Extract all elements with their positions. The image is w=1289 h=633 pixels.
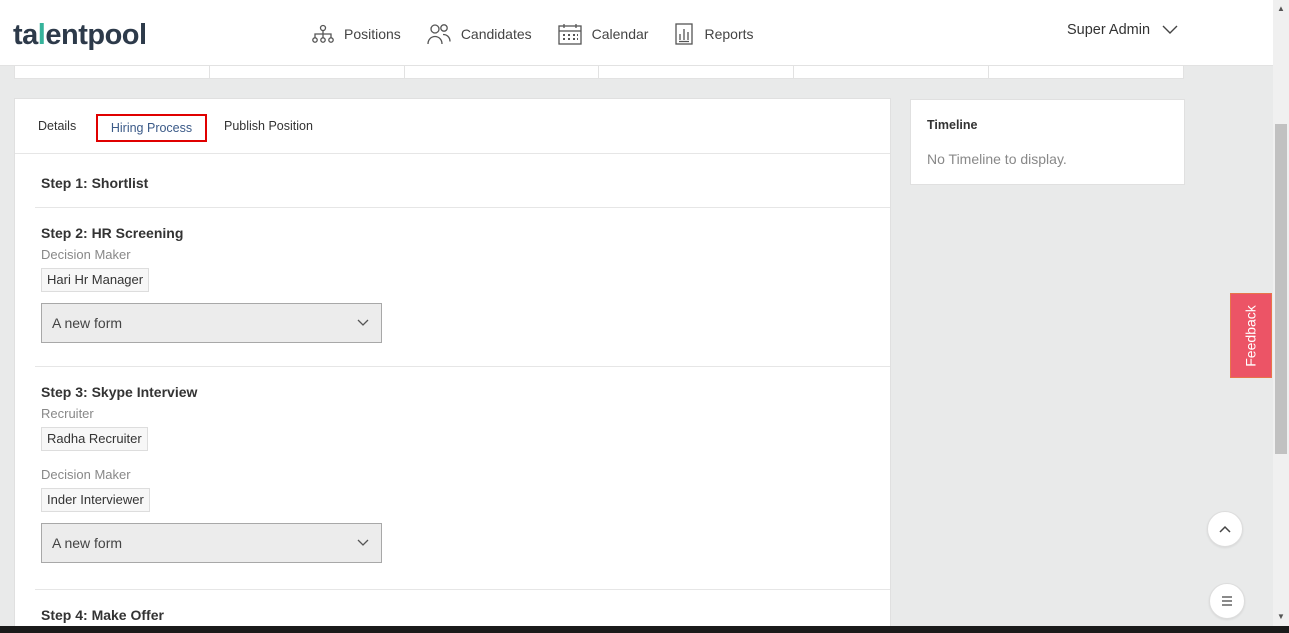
role-label: Recruiter	[41, 406, 94, 421]
scrollbar-thumb[interactable]	[1275, 124, 1287, 454]
tab-details[interactable]: Details	[38, 119, 76, 133]
talentpool-logo[interactable]: talentpool	[13, 17, 147, 53]
stat-cell	[794, 66, 990, 78]
nav-candidates[interactable]: Candidates	[427, 23, 532, 45]
stat-cell	[599, 66, 795, 78]
menu-button[interactable]	[1209, 583, 1245, 619]
assignee-chip: Inder Interviewer	[41, 488, 150, 512]
nav-positions-label: Positions	[344, 26, 401, 42]
chevron-down-icon	[357, 539, 369, 546]
assignee-chip: Radha Recruiter	[41, 427, 148, 451]
role-label: Decision Maker	[41, 467, 131, 482]
nav-calendar-label: Calendar	[591, 26, 649, 42]
feedback-label: Feedback	[1243, 304, 1260, 367]
form-select[interactable]: A new form	[41, 303, 382, 343]
step-title: Step 2: HR Screening	[41, 225, 184, 241]
nav-positions[interactable]: Positions	[312, 24, 401, 44]
role-label: Decision Maker	[41, 247, 131, 262]
stat-cell	[989, 66, 1183, 78]
tab-hiring-process[interactable]: Hiring Process	[96, 114, 207, 142]
page-scrollbar[interactable]: ▲ ▼	[1273, 0, 1289, 626]
nav-reports-label: Reports	[704, 26, 754, 42]
hierarchy-icon	[312, 24, 334, 43]
timeline-empty-text: No Timeline to display.	[927, 151, 1067, 167]
tab-publish-position[interactable]: Publish Position	[224, 119, 313, 133]
os-taskbar	[0, 626, 1289, 633]
timeline-title: Timeline	[927, 118, 978, 132]
stat-cell	[405, 66, 600, 78]
chevron-down-icon	[357, 319, 369, 326]
tab-bar: Details Hiring Process Publish Position	[15, 99, 890, 154]
step-title: Step 1: Shortlist	[41, 175, 149, 191]
form-select-value: A new form	[52, 535, 123, 551]
step-skype-interview: Step 3: Skype Interview Recruiter Radha …	[35, 367, 890, 590]
stat-cell	[15, 66, 210, 78]
feedback-button[interactable]: Feedback	[1230, 293, 1272, 378]
stat-cell	[210, 66, 405, 78]
scroll-top-button[interactable]	[1207, 511, 1243, 547]
step-hr-screening: Step 2: HR Screening Decision Maker Hari…	[35, 208, 890, 367]
user-menu[interactable]: Super Admin	[1067, 22, 1178, 38]
report-icon	[675, 23, 694, 45]
calendar-icon	[557, 24, 582, 45]
main-nav: Positions Candidates Calendar Reports	[312, 20, 780, 48]
logo-text-1: ta	[13, 19, 38, 51]
timeline-panel: Timeline No Timeline to display.	[910, 99, 1185, 185]
nav-calendar[interactable]: Calendar	[557, 23, 649, 45]
menu-icon	[1222, 596, 1232, 606]
users-icon	[427, 24, 451, 45]
nav-reports[interactable]: Reports	[674, 23, 754, 45]
step-title: Step 4: Make Offer	[41, 607, 164, 623]
position-stats-strip	[14, 66, 1184, 79]
step-shortlist: Step 1: Shortlist	[35, 154, 890, 208]
chevron-up-icon	[1219, 525, 1231, 533]
nav-candidates-label: Candidates	[460, 26, 532, 42]
form-select[interactable]: A new form	[41, 523, 382, 563]
chevron-down-icon	[1162, 25, 1178, 34]
scroll-down-arrow-icon[interactable]: ▼	[1277, 612, 1285, 621]
step-title: Step 3: Skype Interview	[41, 384, 198, 400]
position-detail-panel: Details Hiring Process Publish Position …	[14, 98, 891, 633]
top-header: talentpool Positions Candidates Calendar	[0, 0, 1273, 66]
assignee-chip: Hari Hr Manager	[41, 268, 150, 292]
logo-text-2: entpool	[45, 19, 147, 51]
scroll-up-arrow-icon[interactable]: ▲	[1277, 4, 1285, 13]
form-select-value: A new form	[52, 315, 123, 331]
user-name: Super Admin	[1067, 22, 1151, 38]
